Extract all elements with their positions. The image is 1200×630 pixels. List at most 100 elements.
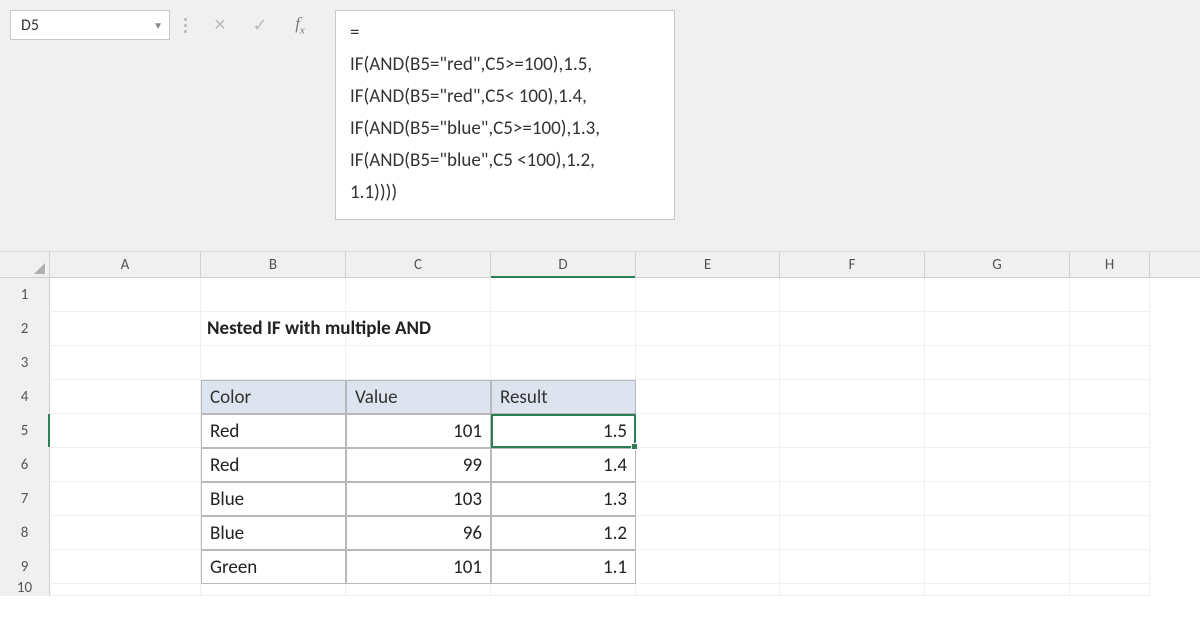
table-header[interactable]: Color (201, 380, 346, 414)
cell[interactable] (925, 482, 1070, 516)
name-box[interactable]: D5 ▼ (10, 10, 170, 40)
cell[interactable] (1070, 380, 1150, 414)
title-cell[interactable]: Nested IF with multiple AND (201, 312, 346, 346)
insert-function-button[interactable]: fx (280, 10, 320, 40)
table-cell[interactable]: 103 (346, 482, 491, 516)
dropdown-icon[interactable]: ▼ (153, 19, 163, 32)
cell[interactable] (925, 312, 1070, 346)
cell[interactable] (636, 312, 780, 346)
table-cell[interactable]: 1.3 (491, 482, 636, 516)
cell[interactable] (636, 380, 780, 414)
row-header-4[interactable]: 4 (0, 380, 50, 414)
cell[interactable] (50, 278, 201, 312)
cell[interactable] (925, 584, 1070, 596)
table-cell[interactable]: Red (201, 448, 346, 482)
cell[interactable] (636, 414, 780, 448)
cell[interactable] (780, 482, 925, 516)
row-header-2[interactable]: 2 (0, 312, 50, 346)
cell[interactable] (201, 584, 346, 596)
cell[interactable] (346, 346, 491, 380)
col-header-E[interactable]: E (636, 252, 780, 277)
row-header-1[interactable]: 1 (0, 278, 50, 312)
cell[interactable] (346, 278, 491, 312)
table-cell[interactable]: 1.5 (491, 414, 636, 448)
cell[interactable] (925, 346, 1070, 380)
table-cell[interactable]: 1.4 (491, 448, 636, 482)
cell[interactable] (346, 312, 491, 346)
cell[interactable] (491, 584, 636, 596)
cell[interactable] (780, 346, 925, 380)
row-header-3[interactable]: 3 (0, 346, 50, 380)
table-cell[interactable]: 99 (346, 448, 491, 482)
cell[interactable] (50, 550, 201, 584)
cell[interactable] (50, 380, 201, 414)
cell[interactable] (1070, 448, 1150, 482)
cell[interactable] (1070, 414, 1150, 448)
cell[interactable] (780, 312, 925, 346)
cell[interactable] (1070, 482, 1150, 516)
cell[interactable] (50, 448, 201, 482)
cell[interactable] (780, 414, 925, 448)
cell[interactable] (925, 516, 1070, 550)
col-header-G[interactable]: G (925, 252, 1070, 277)
cell[interactable] (925, 550, 1070, 584)
cell[interactable] (636, 550, 780, 584)
confirm-button[interactable]: ✓ (240, 10, 280, 40)
cell[interactable] (50, 312, 201, 346)
table-cell[interactable]: Green (201, 550, 346, 584)
table-header[interactable]: Value (346, 380, 491, 414)
cell[interactable] (346, 584, 491, 596)
cell[interactable] (780, 550, 925, 584)
cell[interactable] (780, 584, 925, 596)
cell[interactable] (50, 516, 201, 550)
cell[interactable] (50, 414, 201, 448)
table-cell[interactable]: 101 (346, 414, 491, 448)
table-cell[interactable]: 101 (346, 550, 491, 584)
cell[interactable] (925, 278, 1070, 312)
cell[interactable] (1070, 312, 1150, 346)
cell[interactable] (780, 380, 925, 414)
col-header-A[interactable]: A (50, 252, 201, 277)
cell[interactable] (1070, 346, 1150, 380)
table-cell[interactable]: 1.1 (491, 550, 636, 584)
table-cell[interactable]: 1.2 (491, 516, 636, 550)
cell[interactable] (780, 278, 925, 312)
cell[interactable] (201, 346, 346, 380)
cell[interactable] (491, 278, 636, 312)
cell[interactable] (1070, 584, 1150, 596)
cell[interactable] (1070, 550, 1150, 584)
cell[interactable] (925, 414, 1070, 448)
cell[interactable] (636, 448, 780, 482)
cell[interactable] (636, 516, 780, 550)
formula-input[interactable]: = IF(AND(B5="red",C5>=100),1.5, IF(AND(B… (335, 10, 675, 220)
cell[interactable] (491, 346, 636, 380)
row-header-10[interactable]: 10 (0, 584, 50, 596)
table-cell[interactable]: Red (201, 414, 346, 448)
cell[interactable] (636, 584, 780, 596)
row-header-6[interactable]: 6 (0, 448, 50, 482)
cell[interactable] (636, 278, 780, 312)
cell[interactable] (1070, 278, 1150, 312)
select-all-corner[interactable] (0, 252, 50, 277)
cell[interactable] (925, 448, 1070, 482)
col-header-F[interactable]: F (780, 252, 925, 277)
table-header[interactable]: Result (491, 380, 636, 414)
cancel-button[interactable]: ✕ (200, 10, 240, 40)
col-header-C[interactable]: C (346, 252, 491, 277)
col-header-B[interactable]: B (201, 252, 346, 277)
cell[interactable] (1070, 516, 1150, 550)
cell[interactable] (925, 380, 1070, 414)
row-header-7[interactable]: 7 (0, 482, 50, 516)
cell[interactable] (491, 312, 636, 346)
cell[interactable] (780, 516, 925, 550)
table-cell[interactable]: Blue (201, 516, 346, 550)
cell[interactable] (636, 346, 780, 380)
table-cell[interactable]: 96 (346, 516, 491, 550)
table-cell[interactable]: Blue (201, 482, 346, 516)
col-header-D[interactable]: D (491, 252, 636, 277)
col-header-H[interactable]: H (1070, 252, 1150, 277)
cell[interactable] (50, 584, 201, 596)
row-header-5[interactable]: 5 (0, 414, 50, 448)
cell[interactable] (636, 482, 780, 516)
cell[interactable] (201, 278, 346, 312)
